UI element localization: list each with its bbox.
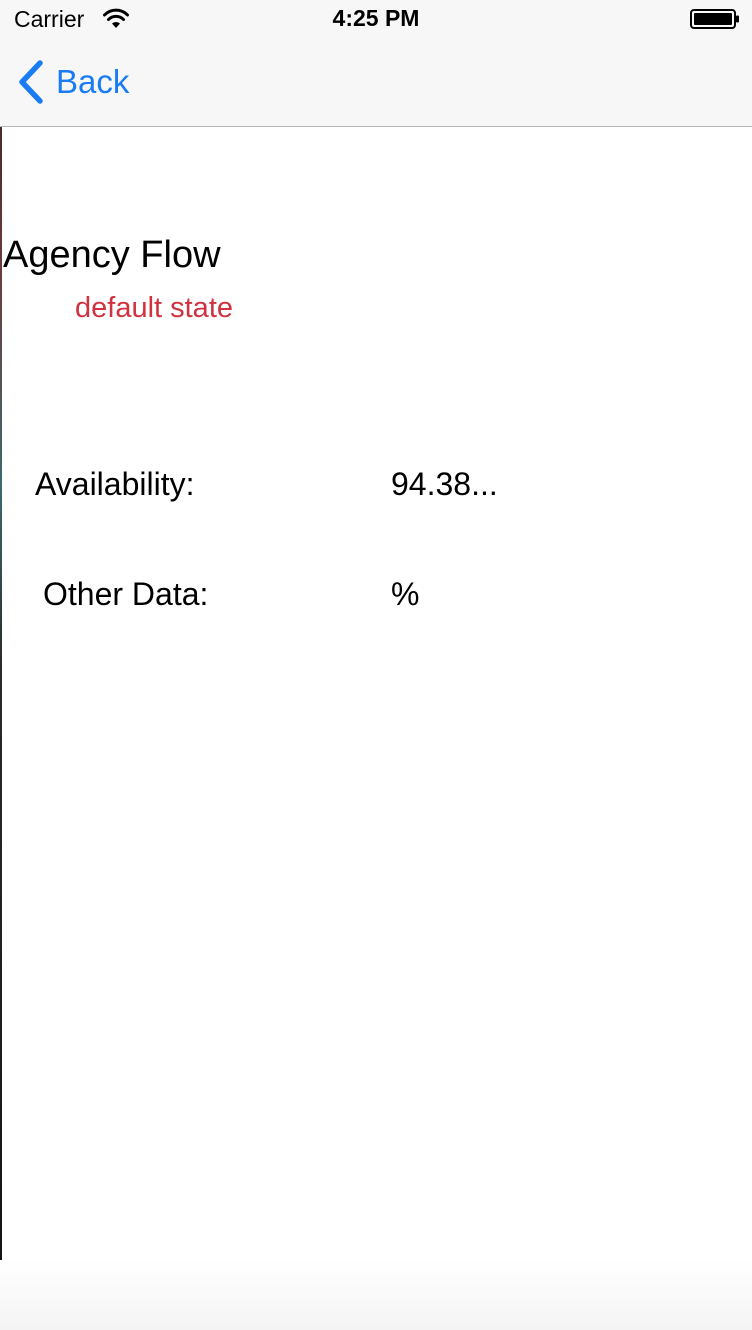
availability-value: 94.38... bbox=[391, 466, 498, 502]
other-data-label: Other Data: bbox=[43, 576, 209, 612]
battery-icon bbox=[690, 9, 739, 29]
status-time: 4:25 PM bbox=[332, 5, 420, 31]
state-label: default state bbox=[75, 292, 233, 324]
other-data-value: % bbox=[391, 576, 420, 612]
chevron-left-icon bbox=[19, 60, 43, 104]
back-button[interactable]: Back bbox=[16, 58, 129, 106]
availability-label: Availability: bbox=[35, 466, 195, 502]
top-chrome: Carrier 4:25 PM Back bbox=[0, 0, 752, 127]
page-title: Agency Flow bbox=[3, 234, 221, 276]
screen: Carrier 4:25 PM Back Agency Flow default… bbox=[0, 0, 752, 1330]
navigation-bar: Back bbox=[0, 40, 752, 126]
status-bar: Carrier 4:25 PM bbox=[0, 0, 752, 40]
left-edge-strip bbox=[0, 126, 2, 1330]
bottom-fade bbox=[0, 1260, 752, 1330]
back-label: Back bbox=[56, 63, 130, 100]
